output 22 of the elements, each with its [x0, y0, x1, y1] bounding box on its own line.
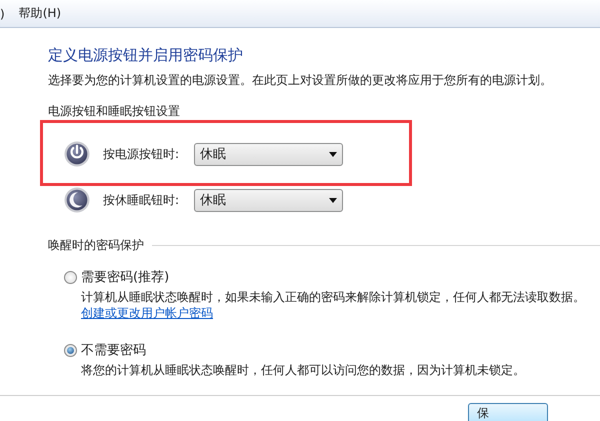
save-button[interactable]: 保 — [468, 403, 548, 421]
option-description: 将您的计算机从睡眠状态唤醒时，任何人都可以访问您的数据，因为计算机未锁定。 — [81, 362, 526, 378]
radio-button[interactable] — [64, 344, 77, 356]
option-label[interactable]: 不需要密码 — [81, 341, 600, 359]
action-dropdown[interactable]: 休眠 — [194, 188, 343, 212]
section-title: 电源按钮和睡眠按钮设置 — [48, 103, 181, 120]
dropdown-arrow-icon — [329, 198, 337, 202]
option-description: 计算机从睡眠状态唤醒时，如果未输入正确的密码来解除计算机锁定，任何人都无法读取数据。 创建或更改用户帐户密码 — [81, 289, 586, 321]
option-label[interactable]: 需要密码(推荐) — [81, 268, 600, 286]
action-dropdown[interactable]: 休眠 — [194, 142, 343, 166]
power-icon — [64, 141, 90, 167]
setting-label: 按电源按钮时: — [103, 146, 180, 162]
radio-button[interactable] — [64, 270, 77, 284]
section-title: 唤醒时的密码保护 — [48, 237, 144, 254]
page-heading: 定义电源按钮并启用密码保护 — [48, 46, 244, 65]
menu-item[interactable]: 帮助(H) — [18, 3, 62, 24]
password-link[interactable]: 创建或更改用户帐户密码 — [81, 305, 213, 321]
setting-label: 按休睡眠钮时: — [103, 192, 180, 208]
menu-item[interactable]: ) — [0, 4, 5, 22]
moon-icon — [64, 187, 90, 213]
page-description: 选择要为您的计算机设置的电源设置。在此页上对设置所做的更改将应用于您所有的电源计划。 — [48, 72, 553, 89]
dropdown-arrow-icon — [329, 152, 337, 156]
